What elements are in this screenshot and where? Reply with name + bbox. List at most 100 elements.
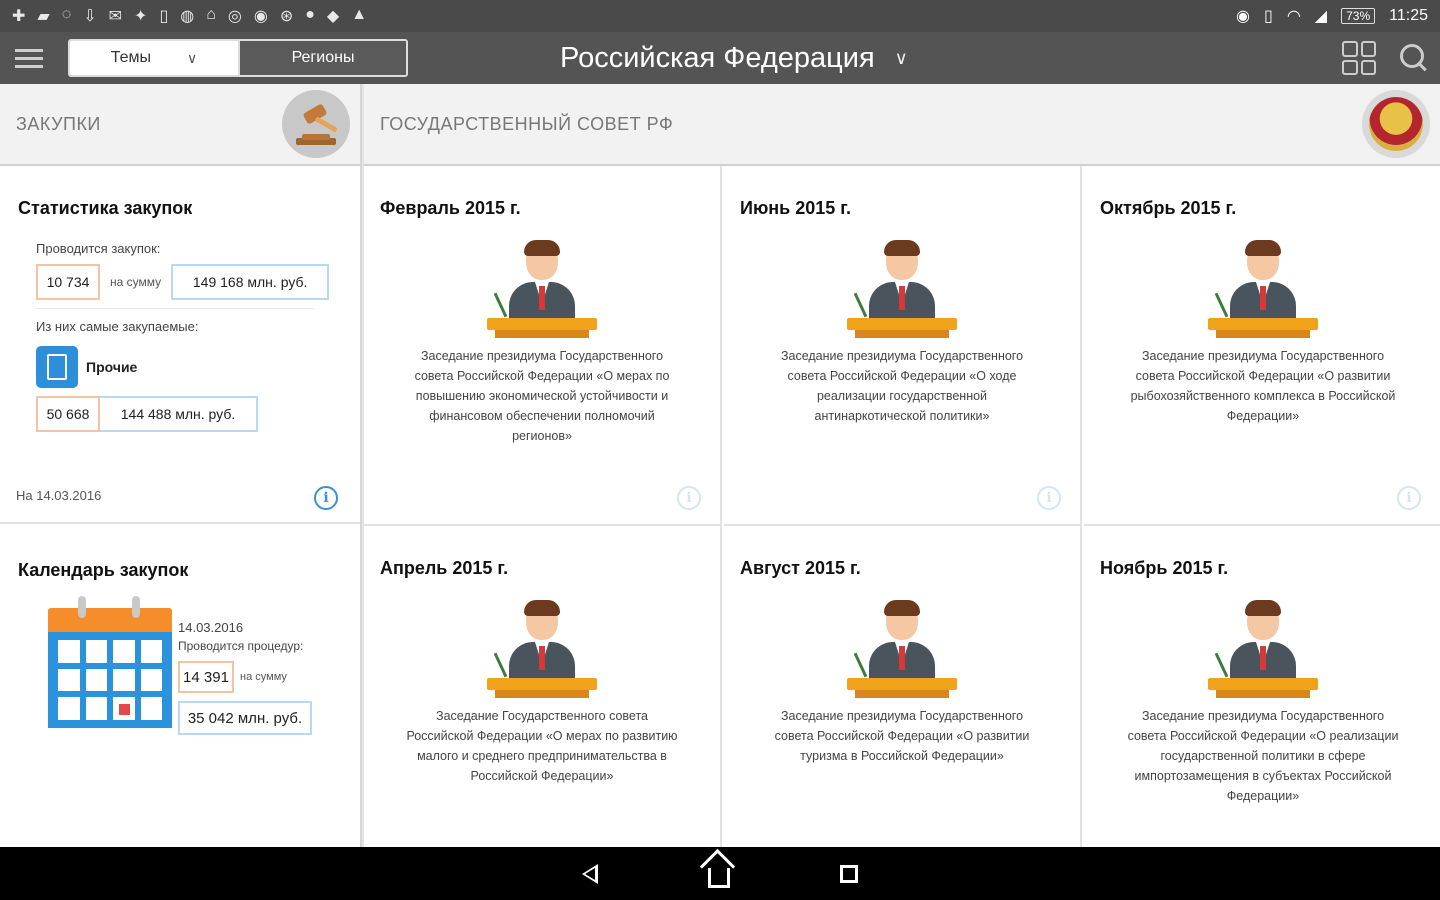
procurement-panel: ЗАКУПКИ Статистика закупок Проводится за… — [0, 84, 362, 847]
globe-icon: ◉ — [253, 8, 268, 25]
speaker-icon — [847, 240, 957, 338]
meeting-card[interactable]: Август 2015 г. Заседание президиума Госу… — [724, 526, 1082, 886]
menu-button[interactable] — [0, 32, 58, 84]
info-icon[interactable]: i — [1037, 486, 1061, 510]
bulb-icon: ◍ — [180, 8, 195, 25]
meeting-month: Июнь 2015 г. — [740, 198, 851, 218]
meeting-card[interactable]: Октябрь 2015 г. Заседание президиума Гос… — [1084, 166, 1440, 526]
speaker-icon — [487, 240, 597, 338]
status-right: ◉ ▯ ◠ ◢ 73% 11:25 — [1236, 6, 1428, 26]
calendar-label: Проводится процедур: — [178, 639, 304, 653]
meeting-description: Заседание президиума Государственного со… — [1127, 709, 1399, 803]
calendar-count: 14 391 — [178, 661, 234, 693]
speaker-icon — [1208, 240, 1318, 338]
info-icon[interactable]: i — [1397, 486, 1421, 510]
meeting-card[interactable]: Июнь 2015 г. Заседание президиума Госуда… — [724, 166, 1082, 526]
signal-icon: ◢ — [1314, 8, 1328, 25]
meeting-card[interactable]: Февраль 2015 г. Заседание президиума Гос… — [364, 166, 722, 526]
meeting-description: Заседание Государственного совета Россий… — [406, 709, 678, 783]
calendar-info: 14.03.2016 Проводится процедур: 14 391 н… — [178, 620, 348, 735]
pin-icon: ● — [305, 6, 315, 23]
speaker-icon — [487, 600, 597, 698]
meeting-month: Август 2015 г. — [740, 558, 861, 578]
back-icon[interactable] — [582, 863, 598, 884]
speaker-icon — [847, 600, 957, 698]
home-icon: ⌂ — [206, 6, 216, 23]
state-council-panel: ГОСУДАРСТВЕННЫЙ СОВЕТ РФ Февраль 2015 г.… — [364, 84, 1440, 886]
procurement-section-title: ЗАКУПКИ — [16, 113, 101, 134]
calendar-count-row: 14 391 на сумму — [178, 661, 348, 693]
calendar-title: Календарь закупок — [18, 560, 189, 580]
procurement-calendar-card[interactable]: Календарь закупок 14.03.2016 Проводится … — [0, 526, 360, 847]
procurement-header[interactable]: ЗАКУПКИ — [0, 84, 360, 166]
chevron-down-icon: ∨ — [894, 47, 908, 68]
divider — [36, 308, 314, 309]
twitter-icon: ✦ — [134, 8, 148, 25]
warning-icon: ▲ — [351, 6, 368, 23]
app-bar: Темы ∨ Регионы Российская Федерация ∨ — [0, 32, 1440, 84]
top-count: 50 668 — [36, 396, 100, 432]
clock: 11:25 — [1389, 7, 1428, 24]
folder-icon: ▰ — [37, 8, 50, 25]
state-council-header[interactable]: ГОСУДАРСТВЕННЫЙ СОВЕТ РФ — [364, 84, 1440, 166]
meeting-description: Заседание президиума Государственного со… — [774, 709, 1030, 763]
battery-icon: 73% — [1341, 8, 1376, 24]
tab-regions-label: Регионы — [291, 49, 355, 66]
meeting-month: Октябрь 2015 г. — [1100, 198, 1237, 218]
meeting-card[interactable]: Ноябрь 2015 г. Заседание президиума Госу… — [1084, 526, 1440, 886]
procurement-stats-card[interactable]: Статистика закупок Проводится закупок: 1… — [0, 166, 360, 524]
state-council-section-title: ГОСУДАРСТВЕННЫЙ СОВЕТ РФ — [380, 113, 674, 134]
calendar-icon — [48, 596, 172, 728]
calendar-sum-row: 35 042 млн. руб. — [178, 701, 348, 735]
top-label: Из них самые закупаемые: — [36, 319, 199, 334]
meeting-month: Апрель 2015 г. — [380, 558, 509, 578]
document-icon — [36, 346, 78, 388]
stats-title: Статистика закупок — [18, 198, 193, 218]
notification-icon: ◌ — [61, 6, 72, 23]
ongoing-label: Проводится закупок: — [36, 241, 161, 256]
ball-icon: ⊛ — [279, 8, 294, 25]
meeting-card[interactable]: Апрель 2015 г. Заседание Государственног… — [364, 526, 722, 886]
search-icon[interactable] — [1400, 44, 1428, 72]
hamburger-icon — [15, 48, 43, 52]
calendar-for-sum-label: на сумму — [240, 671, 287, 683]
top-category-row: Прочие — [36, 346, 342, 388]
mode-switcher: Темы ∨ Регионы — [68, 39, 408, 77]
usb-icon: ✚ — [12, 8, 26, 25]
ongoing-row: 10 734 на сумму 149 168 млн. руб. — [36, 264, 342, 300]
stats-date: На 14.03.2016 — [16, 488, 102, 503]
grid-view-icon[interactable] — [1342, 41, 1376, 75]
system-nav-bar — [0, 847, 1440, 900]
home-icon[interactable] — [708, 867, 730, 888]
tab-regions[interactable]: Регионы — [238, 41, 406, 75]
eye-icon: ◉ — [1236, 8, 1251, 25]
region-selector[interactable]: Российская Федерация ∨ — [560, 32, 908, 84]
search-notification-icon: ◎ — [227, 8, 242, 25]
download-icon: ⇩ — [83, 8, 97, 25]
file-icon: ▯ — [159, 8, 169, 25]
meeting-description: Заседание президиума Государственного со… — [780, 349, 1024, 423]
main-content: ЗАКУПКИ Статистика закупок Проводится за… — [0, 84, 1440, 886]
top-sum: 144 488 млн. руб. — [100, 396, 258, 432]
sim-icon: ▯ — [1264, 8, 1273, 25]
tab-topics[interactable]: Темы ∨ — [70, 41, 238, 75]
image-icon: ◆ — [326, 8, 340, 25]
speaker-icon — [1208, 600, 1318, 698]
calendar-date: 14.03.2016 — [178, 620, 244, 635]
recent-apps-icon[interactable] — [840, 864, 858, 883]
top-category-values: 50 668 144 488 млн. руб. — [36, 396, 342, 432]
meeting-description: Заседание президиума Государственного со… — [1130, 349, 1396, 423]
region-title: Российская Федерация — [560, 41, 875, 74]
meeting-description: Заседание президиума Государственного со… — [414, 349, 670, 443]
ongoing-sum: 149 168 млн. руб. — [171, 264, 330, 300]
appbar-actions — [1342, 32, 1428, 84]
info-icon[interactable]: i — [314, 486, 338, 510]
ongoing-count: 10 734 — [36, 264, 100, 300]
top-category-label: Прочие — [86, 359, 138, 375]
meetings-grid: Февраль 2015 г. Заседание президиума Гос… — [364, 166, 1440, 886]
mail-icon: ✉ — [108, 8, 123, 25]
info-icon[interactable]: i — [677, 486, 701, 510]
meeting-month: Ноябрь 2015 г. — [1100, 558, 1229, 578]
coat-of-arms-icon — [1362, 90, 1430, 158]
status-bar: ✚ ▰ ◌ ⇩ ✉ ✦ ▯ ◍ ⌂ ◎ ◉ ⊛ ● ◆ ▲ ◉ ▯ ◠ ◢ 73… — [0, 0, 1440, 32]
